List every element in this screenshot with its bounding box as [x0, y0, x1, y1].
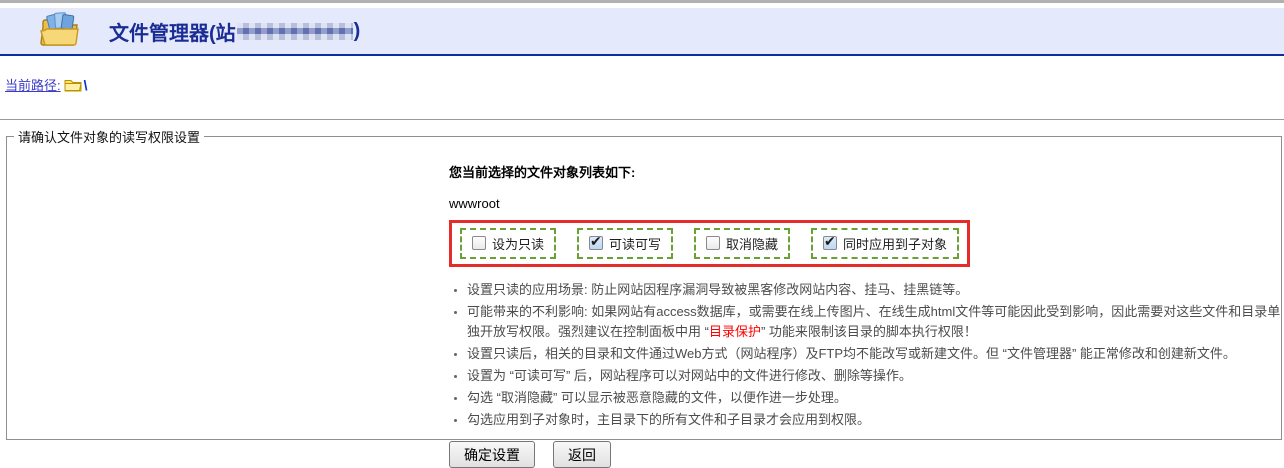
- option-label: 取消隐藏: [726, 234, 778, 253]
- note-text: 设置为 “可读可写” 后，网站程序可以对网站中的文件进行修改、删除等操作。: [467, 368, 912, 383]
- section-divider: [0, 119, 1284, 120]
- note-text: 勾选应用到子对象时，主目录下的所有文件和子目录才会应用到权限。: [467, 412, 870, 427]
- notes-list: 设置只读的应用场景: 防止网站因程序漏洞导致被黑客修改网站内容、挂马、挂黑链等。…: [449, 280, 1281, 430]
- redacted-site-id: [237, 23, 353, 40]
- page-header: 文件管理器(站 ): [0, 8, 1284, 56]
- note-item-3: 设置为 “可读可写” 后，网站程序可以对网站中的文件进行修改、删除等操作。: [467, 366, 1281, 386]
- permission-settings-panel: 请确认文件对象的读写权限设置 您当前选择的文件对象列表如下: wwwroot 设…: [6, 127, 1282, 440]
- page-title-suffix: ): [354, 20, 361, 43]
- page-title: 文件管理器(站 ): [109, 17, 360, 46]
- note-item-2: 设置只读后，相关的目录和文件通过Web方式（网站程序）及FTP均不能改写或新建文…: [467, 344, 1281, 364]
- path-value: \: [84, 77, 88, 93]
- selected-object-name: wwwroot: [449, 196, 1281, 211]
- top-border-line: [0, 0, 1284, 3]
- note-text: 设置只读后，相关的目录和文件通过Web方式（网站程序）及FTP均不能改写或新建文…: [467, 346, 1236, 361]
- note-item-1: 可能带来的不利影响: 如果网站有access数据库，或需要在线上传图片、在线生成…: [467, 302, 1281, 342]
- note-item-4: 勾选 “取消隐藏” 可以显示被恶意隐藏的文件，以便作进一步处理。: [467, 388, 1281, 408]
- checkbox-checked-icon[interactable]: [823, 236, 837, 250]
- option-label: 设为只读: [492, 234, 544, 253]
- note-text: ” 功能来限制该目录的脚本执行权限！: [761, 324, 977, 339]
- folder-icon[interactable]: [64, 78, 82, 92]
- breadcrumb: 当前路径: \: [5, 75, 1284, 94]
- option-label: 同时应用到子对象: [843, 234, 947, 253]
- option-label: 可读可写: [609, 234, 661, 253]
- directory-protection-highlight: 目录保护: [709, 324, 761, 339]
- panel-content: 您当前选择的文件对象列表如下: wwwroot 设为只读 可读可写 取消隐藏 同时应用…: [449, 146, 1281, 468]
- checkbox-checked-icon[interactable]: [589, 236, 603, 250]
- selected-list-heading: 您当前选择的文件对象列表如下:: [449, 162, 1281, 181]
- checkbox-unchecked-icon[interactable]: [706, 236, 720, 250]
- checkbox-unchecked-icon[interactable]: [472, 236, 486, 250]
- permission-option-1[interactable]: 可读可写: [577, 228, 673, 259]
- note-text: 勾选 “取消隐藏” 可以显示被恶意隐藏的文件，以便作进一步处理。: [467, 390, 847, 405]
- note-item-0: 设置只读的应用场景: 防止网站因程序漏洞导致被黑客修改网站内容、挂马、挂黑链等。: [467, 280, 1281, 300]
- panel-legend: 请确认文件对象的读写权限设置: [14, 127, 204, 146]
- permission-option-0[interactable]: 设为只读: [460, 228, 556, 259]
- file-manager-folder-icon: [37, 11, 79, 52]
- current-path-link[interactable]: 当前路径:: [5, 75, 61, 94]
- page-title-prefix: 文件管理器(站: [109, 17, 236, 46]
- note-item-5: 勾选应用到子对象时，主目录下的所有文件和子目录才会应用到权限。: [467, 410, 1281, 430]
- permission-option-3[interactable]: 同时应用到子对象: [811, 228, 959, 259]
- permission-options-group: 设为只读 可读可写 取消隐藏 同时应用到子对象: [449, 220, 970, 267]
- note-text: 设置只读的应用场景: 防止网站因程序漏洞导致被黑客修改网站内容、挂马、挂黑链等。: [467, 282, 968, 297]
- permission-option-2[interactable]: 取消隐藏: [694, 228, 790, 259]
